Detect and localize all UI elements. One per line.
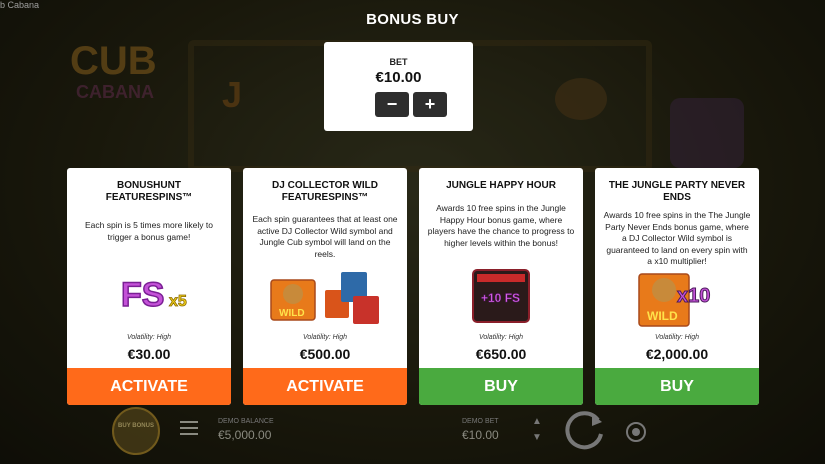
page-title: BONUS BUY [366, 11, 459, 28]
svg-text:WILD: WILD [647, 309, 678, 323]
volatility-label: Volatility: High [302, 334, 348, 341]
price-label: €500.00 [299, 346, 351, 362]
card-title: JUNGLE HAPPY HOUR [446, 180, 556, 191]
svg-text:x5: x5 [169, 293, 187, 310]
increase-bet-button[interactable]: + [413, 92, 447, 117]
minus-icon: − [386, 94, 398, 114]
volatility-label: Volatility: High [126, 334, 172, 341]
spin-icon[interactable] [562, 408, 606, 452]
card-description: Each spin guarantees that at least one a… [252, 214, 398, 259]
price-label: €30.00 [127, 346, 171, 362]
card-title: THE JUNGLE PARTY NEVER ENDS [608, 180, 746, 203]
price-label: €2,000.00 [645, 346, 709, 362]
free-spins-icon: +10 FS [472, 269, 530, 323]
buy-bonus-button[interactable]: BUY BONUS [112, 407, 160, 455]
card-description: Awards 10 free spins in the The Jungle P… [603, 210, 751, 266]
svg-text:FS: FS [121, 276, 164, 314]
svg-text:WILD: WILD [279, 308, 305, 319]
bet-panel: BET €10.00 − + [324, 42, 473, 131]
buy-button[interactable]: BUY [595, 368, 759, 405]
dj-wild-x10-icon: WILD x10 [638, 273, 711, 327]
bonus-card-jungle-happy-hour: JUNGLE HAPPY HOUR Awards 10 free spins i… [419, 168, 583, 405]
balance-value: €5,000.00 [218, 428, 272, 442]
card-description: Awards 10 free spins in the Jungle Happy… [427, 203, 575, 248]
activate-button[interactable]: ACTIVATE [243, 368, 407, 405]
bonus-card-dj-collector: DJ COLLECTOR WILD FEATURESPINS™ Each spi… [243, 168, 407, 405]
buy-button[interactable]: BUY [419, 368, 583, 405]
svg-text:x10: x10 [677, 285, 710, 307]
dj-wild-symbols-icon: WILD [270, 272, 379, 324]
card-title: DJ COLLECTOR WILD FEATURESPINS™ [272, 180, 378, 203]
demo-bet-label: DEMO BET [462, 418, 499, 425]
card-title: BONUSHUNT FEATURESPINS™ [105, 180, 193, 203]
autoplay-icon[interactable] [626, 422, 646, 442]
chevron-down-icon[interactable]: ▼ [532, 430, 542, 446]
price-label: €650.00 [475, 346, 527, 362]
activate-button[interactable]: ACTIVATE [67, 368, 231, 405]
volatility-label: Volatility: High [478, 334, 524, 341]
balance-label: DEMO BALANCE [218, 418, 274, 425]
bonus-card-bonushunt: BONUSHUNT FEATURESPINS™ Each spin is 5 t… [67, 168, 231, 405]
decrease-bet-button[interactable]: − [375, 92, 409, 117]
bet-controls: − + [375, 92, 447, 117]
menu-icon[interactable] [180, 421, 198, 439]
bet-label: BET [389, 57, 408, 67]
card-description: Each spin is 5 times more likely to trig… [84, 220, 214, 242]
bet-value: €10.00 [375, 69, 422, 86]
fs-x5-icon: FS x5 [120, 275, 187, 315]
bet-arrows[interactable]: ▲ ▼ [532, 414, 542, 446]
volatility-label: Volatility: High [654, 334, 700, 341]
buy-bonus-label: BUY BONUS [118, 423, 154, 429]
plus-icon: + [424, 94, 436, 114]
bonus-card-jungle-party: THE JUNGLE PARTY NEVER ENDS Awards 10 fr… [595, 168, 759, 405]
demo-bet-value: €10.00 [462, 428, 499, 442]
svg-text:+10 FS: +10 FS [481, 291, 520, 305]
chevron-up-icon[interactable]: ▲ [532, 414, 542, 430]
